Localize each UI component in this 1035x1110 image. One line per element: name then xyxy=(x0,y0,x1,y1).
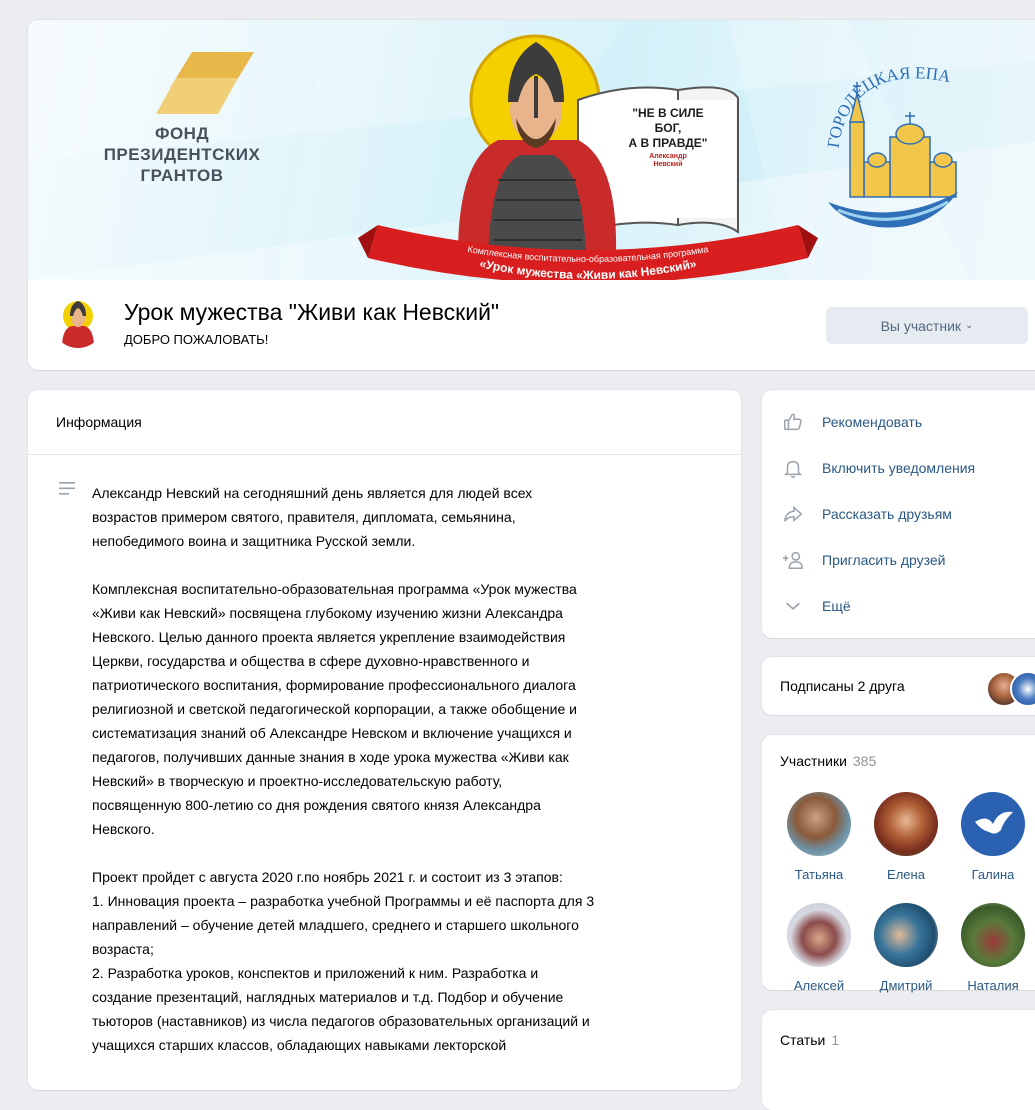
member-avatar[interactable] xyxy=(787,903,851,967)
member-item[interactable]: Галина xyxy=(953,792,1033,882)
info-heading: Информация xyxy=(56,414,142,430)
cover-image: ФОНД ПРЕЗИДЕНТСКИХ ГРАНТОВ Комплексная в… xyxy=(28,20,1035,280)
member-item[interactable]: Дмитрий xyxy=(866,903,946,993)
chevron-down-icon: ⌄ xyxy=(965,320,974,331)
articles-label: Статьи xyxy=(780,1032,826,1048)
action-label: Ещё xyxy=(822,598,851,614)
nevsky-emblem: Комплексная воспитательно-образовательна… xyxy=(358,34,818,280)
group-description: Александр Невский на сегодняшний день яв… xyxy=(92,485,595,1053)
bell-icon xyxy=(780,455,806,481)
more-button[interactable]: Ещё xyxy=(780,591,851,621)
member-item[interactable]: Алексей xyxy=(779,903,859,993)
action-label: Включить уведомления xyxy=(822,460,976,476)
enable-notifications-button[interactable]: Включить уведомления xyxy=(780,453,975,483)
member-name[interactable]: Елена xyxy=(866,867,946,882)
action-label: Рекомендовать xyxy=(822,414,923,430)
tell-friends-button[interactable]: Рассказать друзьям xyxy=(780,499,952,529)
member-item[interactable]: Елена xyxy=(866,792,946,882)
member-avatar[interactable] xyxy=(874,903,938,967)
motto-text: "НЕ В СИЛЕ БОГ, А В ПРАВДЕ" Александр Не… xyxy=(619,106,717,169)
share-icon xyxy=(780,501,806,527)
recommend-button[interactable]: Рекомендовать xyxy=(780,407,922,437)
membership-button[interactable]: Вы участник ⌄ xyxy=(826,307,1028,344)
member-item[interactable]: Татьяна xyxy=(779,792,859,882)
member-avatar[interactable] xyxy=(961,792,1025,856)
motto-signature: Александр Невский xyxy=(649,153,687,168)
member-avatar[interactable] xyxy=(874,792,938,856)
member-name[interactable]: Галина xyxy=(953,867,1033,882)
group-avatar[interactable] xyxy=(52,296,104,348)
member-name[interactable]: Алексей xyxy=(779,978,859,993)
action-label: Пригласить друзей xyxy=(822,552,946,568)
description-icon xyxy=(59,482,75,495)
member-avatar[interactable] xyxy=(787,792,851,856)
group-title: Урок мужества "Живи как Невский" xyxy=(124,299,500,325)
thumbs-up-icon xyxy=(780,409,806,435)
subscribed-friends-block[interactable]: Подписаны 2 друга xyxy=(762,657,1035,715)
group-header: ФОНД ПРЕЗИДЕНТСКИХ ГРАНТОВ Комплексная в… xyxy=(28,20,1035,370)
eparchy-text: ГОРОДЕЦКАЯ ЕПАРХИЯ xyxy=(808,42,953,149)
articles-count: 1 xyxy=(831,1032,840,1048)
member-avatar[interactable] xyxy=(961,903,1025,967)
articles-block: Статьи 1 xyxy=(762,1010,1035,1110)
add-user-icon xyxy=(780,547,806,573)
member-name[interactable]: Наталия xyxy=(953,978,1033,993)
subscribed-friends-label: Подписаны 2 друга xyxy=(780,678,905,694)
member-item[interactable]: Наталия xyxy=(953,903,1033,993)
articles-heading[interactable]: Статьи 1 xyxy=(780,1032,839,1048)
fund-logo-text: ФОНД ПРЕЗИДЕНТСКИХ ГРАНТОВ xyxy=(103,124,261,185)
presidential-grants-fund-logo xyxy=(156,52,254,114)
members-count: 385 xyxy=(852,753,877,769)
info-block: Информация Александр Невский на сегодняш… xyxy=(28,390,741,1090)
actions-block: Рекомендовать Включить уведомления Расск… xyxy=(762,390,1035,638)
chevron-down-icon xyxy=(780,593,806,619)
invite-friends-button[interactable]: Пригласить друзей xyxy=(780,545,946,575)
members-label: Участники xyxy=(780,753,847,769)
action-label: Рассказать друзьям xyxy=(822,506,952,522)
members-heading[interactable]: Участники 385 xyxy=(780,753,876,769)
group-status: ДОБРО ПОЖАЛОВАТЬ! xyxy=(124,332,269,347)
divider xyxy=(28,454,741,455)
member-name[interactable]: Татьяна xyxy=(779,867,859,882)
gorodets-eparchy-logo: ГОРОДЕЦКАЯ ЕПАРХИЯ xyxy=(808,42,958,228)
members-block: Участники 385 Татьяна Елена Галина Алексе… xyxy=(762,735,1035,993)
membership-button-label: Вы участник xyxy=(880,317,962,334)
member-name[interactable]: Дмитрий xyxy=(866,978,946,993)
